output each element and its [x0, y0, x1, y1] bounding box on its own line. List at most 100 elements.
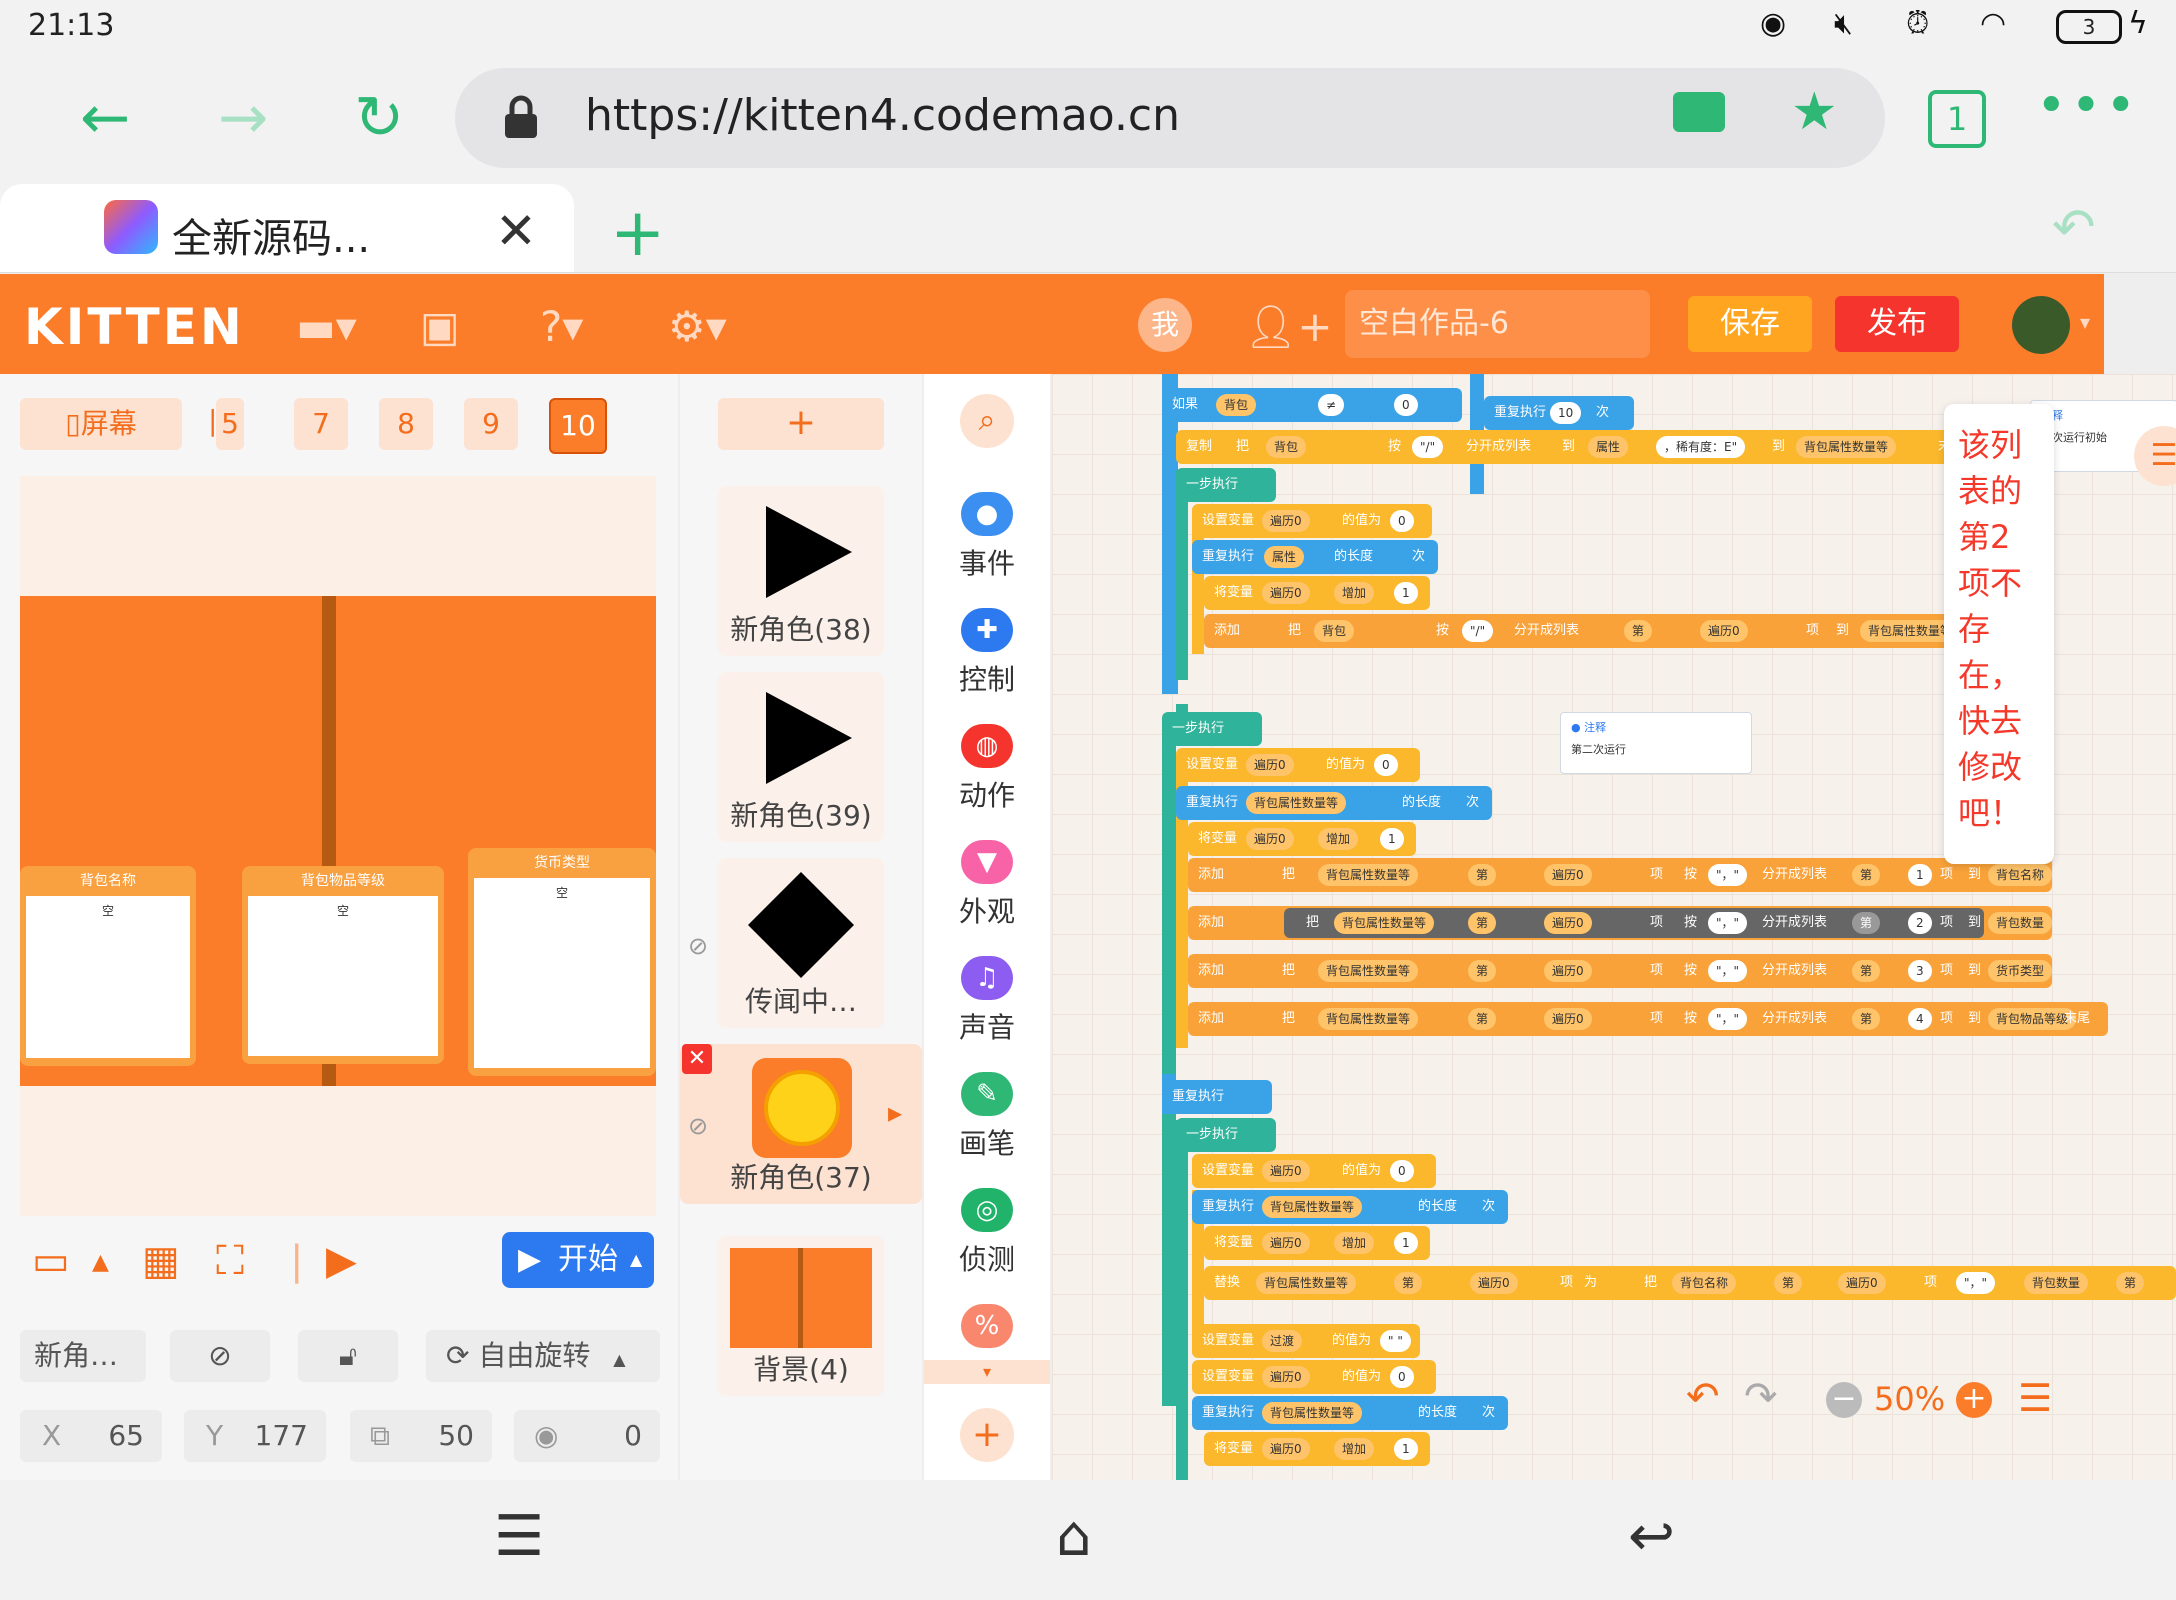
block-repeat[interactable]: 重复执行 10 次	[1484, 396, 1634, 430]
block-add-to-list[interactable]: 添加 把 背包属性数量等 第 遍历0 项 按 "，" 分开成列表 第 2 项 到…	[1188, 906, 2053, 940]
help-icon[interactable]: ?▾	[540, 302, 583, 351]
add-collaborator-icon[interactable]: 👤︎+	[1244, 302, 1333, 352]
block-step[interactable]: 一步执行	[1176, 1118, 1276, 1152]
chevron-right-icon[interactable]: ▸	[888, 1096, 902, 1129]
block-change-var[interactable]: 将变量 遍历0 增加 1	[1188, 822, 1416, 856]
sprite-card[interactable]: 传闻中…	[718, 858, 884, 1028]
block-repeat[interactable]: 重复执行 背包属性数量等 的长度 次	[1192, 1396, 1508, 1430]
back-nav-icon[interactable]: ↩	[1628, 1504, 1675, 1569]
lock-toggle-icon[interactable]: 🔓︎	[298, 1330, 398, 1382]
delete-sprite-icon[interactable]: ✕	[682, 1044, 712, 1074]
category-sound[interactable]: ♫ 声音	[924, 956, 1050, 1046]
category-looks[interactable]: ▼ 外观	[924, 840, 1050, 930]
scene-tab-7[interactable]: 7	[294, 398, 348, 450]
list-card-bag-name[interactable]: 背包名称 空	[20, 866, 196, 1066]
address-bar[interactable]: https://kitten4.codemao.cn ★	[455, 68, 1885, 168]
new-tab-icon[interactable]: +	[610, 194, 665, 271]
backpack-icon[interactable]: ▣	[420, 302, 460, 351]
search-icon[interactable]: ⌕	[960, 394, 1014, 448]
project-name-input[interactable]: 空白作品-6	[1345, 290, 1650, 358]
sprite-card[interactable]: 新角色(39)	[718, 672, 884, 842]
scene-tab-8[interactable]: 8	[379, 398, 433, 450]
x-field[interactable]: X 65	[20, 1410, 162, 1462]
category-motion[interactable]: ◍ 动作	[924, 724, 1050, 814]
background-card[interactable]: 背景(4)	[718, 1236, 884, 1396]
align-blocks-icon[interactable]: ☰	[2018, 1376, 2052, 1420]
comment-box[interactable]: ● 注释 第二次运行	[1560, 712, 1752, 774]
block-add-to-list[interactable]: 添加 把 背包属性数量等 第 遍历0 项 按 "，" 分开成列表 第 4 项 到…	[1188, 1002, 2108, 1036]
settings-gear-icon[interactable]: ⚙▾	[668, 302, 727, 351]
user-avatar[interactable]	[2012, 296, 2070, 354]
block-repeat[interactable]: 重复执行 属性 的长度 次	[1192, 540, 1438, 574]
block-set-var[interactable]: 设置变量 遍历0 的值为 0	[1192, 504, 1432, 538]
category-events[interactable]: ● 事件	[924, 492, 1050, 582]
home-icon[interactable]: ⌂	[1056, 1504, 1092, 1569]
chevron-down-icon[interactable]: ▾	[2080, 310, 2090, 334]
block-add-to-list[interactable]: 添加 把 背包属性数量等 第 遍历0 项 按 "，" 分开成列表 第 1 项 到…	[1188, 858, 2053, 892]
hidden-eye-icon[interactable]: ⊘	[688, 1112, 708, 1140]
add-extension-icon[interactable]: +	[960, 1408, 1014, 1462]
sprite-card-selected[interactable]: ✕ ⊘ ▸ 新角色(37)	[680, 1044, 922, 1204]
screen-button[interactable]: ▯屏幕	[20, 398, 182, 450]
block-change-var[interactable]: 将变量 遍历0 增加 1	[1204, 576, 1430, 610]
undo-close-tab-icon[interactable]: ↶	[2052, 198, 2096, 258]
undo-icon[interactable]: ↶	[1686, 1374, 1720, 1420]
block-change-var[interactable]: 将变量 遍历0 增加 1	[1204, 1432, 1430, 1466]
me-avatar[interactable]: 我	[1138, 298, 1192, 352]
block-set-var[interactable]: 设置变量 遍历0 的值为 0	[1176, 748, 1420, 782]
add-sprite-button[interactable]: +	[718, 398, 884, 450]
grid-icon[interactable]: ▦	[142, 1238, 180, 1284]
start-button[interactable]: ▶ 开始 ▲	[502, 1232, 654, 1288]
close-tab-icon[interactable]: ✕	[495, 202, 537, 260]
y-field[interactable]: Y 177	[184, 1410, 326, 1462]
stage-size-icon[interactable]: ▭	[32, 1238, 70, 1284]
block-repeat[interactable]: 重复执行 背包属性数量等 的长度 次	[1192, 1190, 1508, 1224]
block-replace[interactable]: 替换 背包属性数量等 第 遍历0 项 为 把 背包名称 第 遍历0 项 "，" …	[1204, 1266, 2176, 1300]
reload-icon[interactable]: ↻	[354, 88, 404, 148]
category-pen[interactable]: ✎ 画笔	[924, 1072, 1050, 1162]
stage-canvas[interactable]: 背包名称 空 背包物品等级 空 货币类型 空	[20, 476, 656, 1216]
block-set-var[interactable]: 设置变量 过渡 的值为 " "	[1192, 1324, 1420, 1358]
tab-count-button[interactable]: 1	[1928, 90, 1986, 148]
list-card-currency-type[interactable]: 货币类型 空	[468, 848, 656, 1076]
chevron-down-icon[interactable]: ▾	[924, 1360, 1050, 1384]
block-set-var[interactable]: 设置变量 遍历0 的值为 0	[1192, 1154, 1436, 1188]
forward-icon[interactable]: →	[218, 88, 268, 148]
rotation-mode-select[interactable]: ⟳ 自由旋转 ▲	[426, 1330, 660, 1382]
url-text[interactable]: https://kitten4.codemao.cn	[585, 90, 1180, 141]
redo-icon[interactable]: ↷	[1744, 1374, 1778, 1420]
fullscreen-icon[interactable]: ⛶	[216, 1238, 244, 1284]
direction-field[interactable]: ◉ 0	[514, 1410, 660, 1462]
category-sensing[interactable]: ◎ 侦测	[924, 1188, 1050, 1278]
file-menu-icon[interactable]: ▬▾	[296, 302, 357, 351]
play-screen-icon[interactable]: ▶	[326, 1238, 357, 1284]
desktop-mode-icon[interactable]	[1673, 92, 1725, 132]
size-field[interactable]: ⧉ 50	[350, 1410, 492, 1462]
scene-tab-10[interactable]: 10	[549, 398, 607, 454]
list-card-bag-item-level[interactable]: 背包物品等级 空	[242, 866, 444, 1064]
block-add-to-list[interactable]: 添加 把 背包属性数量等 第 遍历0 项 按 "，" 分开成列表 第 3 项 到…	[1188, 954, 2053, 988]
block-if[interactable]: 如果 背包 ≠ 0	[1162, 388, 1462, 422]
sprite-card[interactable]: 新角色(38)	[718, 486, 884, 656]
scene-tab-9[interactable]: 9	[464, 398, 518, 450]
hidden-eye-icon[interactable]: ⊘	[688, 932, 708, 960]
block-step[interactable]: 一步执行	[1176, 468, 1276, 502]
save-button[interactable]: 保存	[1688, 296, 1812, 352]
caret-up-icon[interactable]: ▲	[630, 1232, 642, 1288]
block-change-var[interactable]: 将变量 遍历0 增加 1	[1204, 1226, 1430, 1260]
zoom-out-icon[interactable]: −	[1826, 1382, 1862, 1418]
back-icon[interactable]: ←	[80, 88, 130, 148]
category-control[interactable]: ✚ 控制	[924, 608, 1050, 698]
block-add-to-list[interactable]: 添加 把 背包 按 "/" 分开成列表 第 遍历0 项 到 背包属性数量等	[1204, 614, 1994, 648]
star-icon[interactable]: ★	[1791, 82, 1838, 142]
more-menu-icon[interactable]: •••	[2036, 76, 2140, 136]
zoom-in-icon[interactable]: +	[1956, 1382, 1992, 1418]
sprite-name-field[interactable]: 新角…	[20, 1330, 146, 1382]
publish-button[interactable]: 发布	[1835, 296, 1959, 352]
caret-up-icon[interactable]: ▲	[92, 1250, 109, 1275]
block-copy[interactable]: 复制 把 背包 按 "/" 分开成列表 到 属性 ，稀有度：E" 到 背包属性数…	[1176, 430, 1996, 464]
visibility-toggle-icon[interactable]: ⊘	[170, 1330, 270, 1382]
active-tab[interactable]: 全新源码... ✕	[0, 184, 574, 272]
block-repeat[interactable]: 重复执行	[1162, 1080, 1272, 1114]
block-set-var[interactable]: 设置变量 遍历0 的值为 0	[1192, 1360, 1436, 1394]
